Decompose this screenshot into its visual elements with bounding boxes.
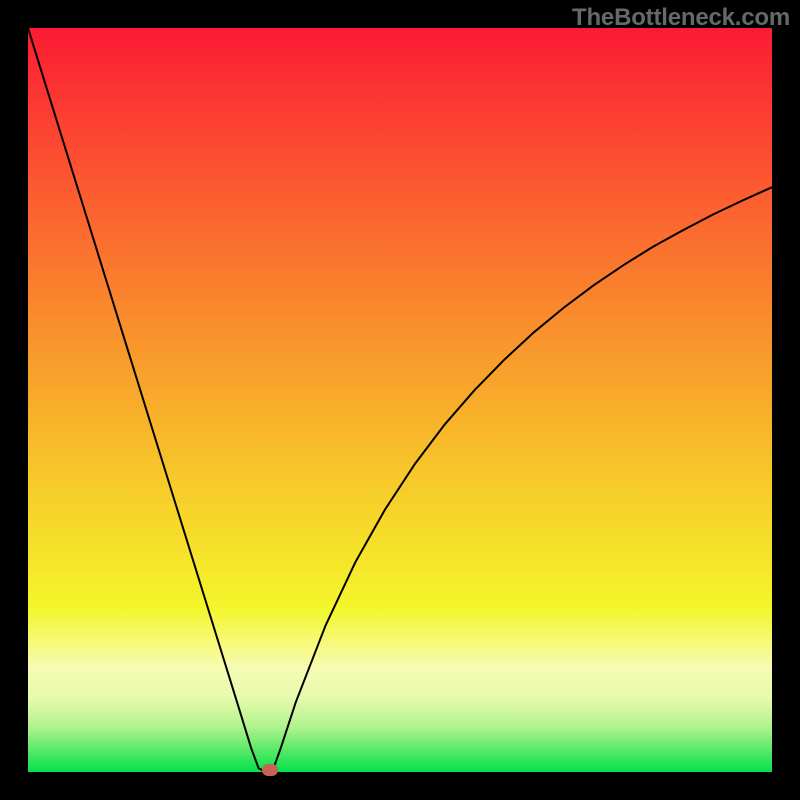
watermark-text: TheBottleneck.com [572,4,790,32]
plot-background [28,28,772,772]
chart-frame: TheBottleneck.com [0,0,800,800]
optimal-point-marker [262,764,278,776]
bottleneck-chart [28,28,772,772]
